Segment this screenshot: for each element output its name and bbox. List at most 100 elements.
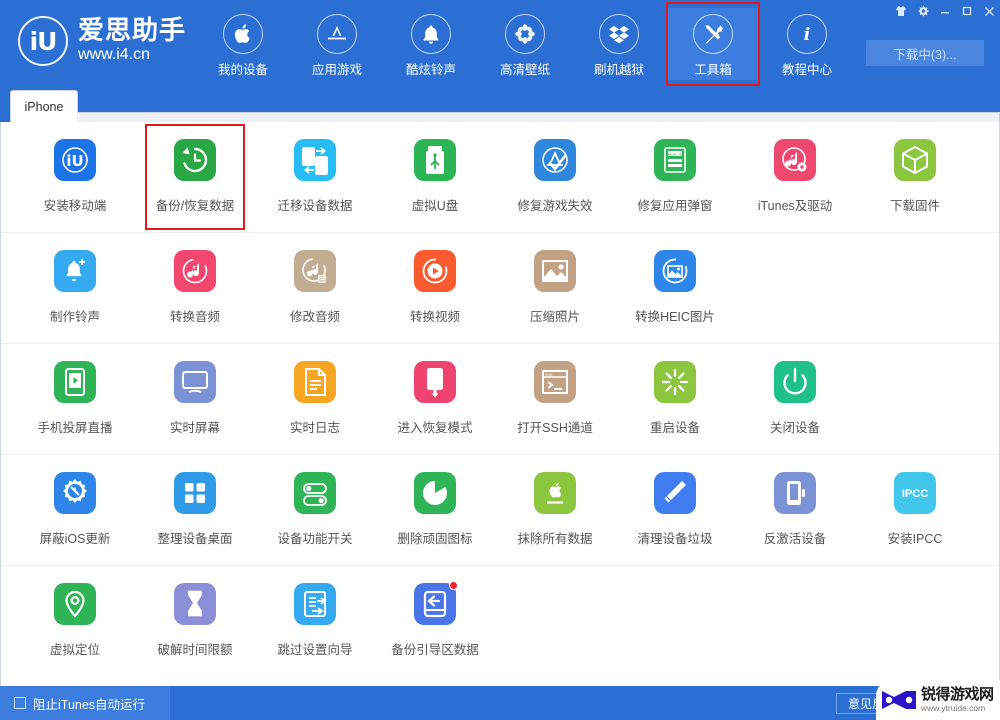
appleid-popup-icon: Apple ID — [654, 139, 696, 181]
tab-iphone[interactable]: iPhone — [10, 90, 78, 122]
backup-boot-icon — [414, 581, 458, 625]
tool-label: 虚拟U盘 — [411, 199, 459, 213]
nav-item-tutorials[interactable]: i 教程中心 — [760, 8, 854, 80]
audio-edit-icon: 自 — [294, 250, 336, 292]
tool-virtual-location[interactable]: 虚拟定位 — [15, 566, 135, 668]
downloading-button[interactable]: 下载中(3)... — [866, 40, 984, 66]
tool-label: 压缩照片 — [529, 310, 580, 324]
tool-backup-boot-data[interactable]: 备份引导区数据 — [375, 566, 495, 668]
tool-label: 实时日志 — [289, 421, 340, 435]
tool-erase-all-data[interactable]: 抹除所有数据 — [495, 455, 615, 565]
tool-realtime-log[interactable]: 实时日志 — [255, 344, 375, 454]
site-watermark: 锐得游戏网 www.ytruide.com — [876, 680, 1000, 720]
tool-deactivate-device[interactable]: 反激活设备 — [735, 455, 855, 565]
tool-convert-video[interactable]: 转换视频 — [375, 233, 495, 343]
tool-label: 屏蔽iOS更新 — [39, 532, 111, 546]
tool-label: 转换音频 — [169, 310, 220, 324]
tool-label: 进入恢复模式 — [397, 421, 473, 435]
clean-junk-icon — [654, 472, 696, 514]
tool-power-off[interactable]: 关闭设备 — [735, 344, 855, 454]
tool-label: 设备功能开关 — [277, 532, 353, 546]
deactivate-icon — [774, 472, 816, 514]
flower-icon — [505, 14, 545, 54]
feature-toggle-icon — [294, 472, 336, 514]
close-icon[interactable] — [978, 0, 1000, 22]
apple-icon — [223, 14, 263, 54]
tools-icon — [693, 14, 733, 54]
tool-label: 备份/恢复数据 — [155, 199, 235, 213]
nav-label: 刷机越狱 — [593, 63, 644, 77]
tool-migrate-device[interactable]: 迁移设备数据 — [255, 122, 375, 232]
tool-row: iU 安装移动端 备份/恢复数据 迁移设备数据 虚拟U盘 修复游戏失效 Appl… — [1, 122, 999, 233]
tool-label: 迁移设备数据 — [277, 199, 353, 213]
tool-remove-stubborn-icon[interactable]: 删除顽固图标 — [375, 455, 495, 565]
tool-label: 抹除所有数据 — [517, 532, 593, 546]
tool-edit-audio[interactable]: 自 修改音频 — [255, 233, 375, 343]
block-itunes-label: 阻止iTunes自动运行 — [33, 697, 146, 712]
tool-skip-setup[interactable]: 跳过设置向导 — [255, 566, 375, 668]
svg-text:i: i — [804, 25, 810, 44]
ssh-terminal-icon: SSH — [534, 361, 576, 403]
minimize-icon[interactable] — [934, 0, 956, 22]
tool-fix-game[interactable]: 修复游戏失效 — [495, 122, 615, 232]
tool-label: 下载固件 — [889, 199, 940, 213]
firmware-box-icon — [894, 139, 936, 181]
dropbox-icon — [599, 14, 639, 54]
block-itunes-row[interactable]: 阻止iTunes自动运行 — [0, 686, 170, 720]
tool-convert-heic[interactable]: 转换HEIC图片 — [615, 233, 735, 343]
tool-install-mobile[interactable]: iU 安装移动端 — [15, 122, 135, 232]
nav-label: 酷炫铃声 — [405, 63, 456, 77]
nav-item-wallpapers[interactable]: 高清壁纸 — [478, 8, 572, 80]
tool-feature-toggle[interactable]: 设备功能开关 — [255, 455, 375, 565]
nav-item-my-device[interactable]: 我的设备 — [196, 8, 290, 80]
nav-item-app-games[interactable]: 应用游戏 — [290, 8, 384, 80]
tool-backup-restore[interactable]: 备份/恢复数据 — [135, 122, 255, 232]
tool-block-ios-update[interactable]: 屏蔽iOS更新 — [15, 455, 135, 565]
tool-itunes-driver[interactable]: iTunes及驱动 — [735, 122, 855, 232]
tool-recovery-mode[interactable]: 进入恢复模式 — [375, 344, 495, 454]
block-update-icon — [54, 472, 96, 514]
tool-restart-device[interactable]: 重启设备 — [615, 344, 735, 454]
status-bar: 阻止iTunes自动运行 意见反馈 微信关注 锐得游戏网 www.ytruide… — [0, 680, 1000, 720]
tool-compress-photo[interactable]: 压缩照片 — [495, 233, 615, 343]
nav-item-jailbreak[interactable]: 刷机越狱 — [572, 8, 666, 80]
tool-realtime-screen[interactable]: 实时屏幕 — [135, 344, 255, 454]
tabstrip-filler — [77, 112, 1000, 122]
tool-time-limit-crack[interactable]: 破解时间限额 — [135, 566, 255, 668]
info-icon: i — [787, 14, 827, 54]
tool-screen-cast[interactable]: 手机投屏直播 — [15, 344, 135, 454]
tool-convert-audio[interactable]: 转换音频 — [135, 233, 255, 343]
device-migrate-icon — [294, 139, 336, 181]
settings-gear-icon[interactable] — [912, 0, 934, 22]
skin-icon[interactable] — [890, 0, 912, 22]
tool-virtual-usb[interactable]: 虚拟U盘 — [375, 122, 495, 232]
organize-desktop-icon — [174, 472, 216, 514]
tool-download-firmware[interactable]: 下载固件 — [855, 122, 975, 232]
maximize-icon[interactable] — [956, 0, 978, 22]
tool-label: 手机投屏直播 — [37, 421, 113, 435]
tool-organize-desktop[interactable]: 整理设备桌面 — [135, 455, 255, 565]
block-itunes-checkbox[interactable] — [14, 697, 26, 709]
brand-url: www.i4.cn — [78, 46, 151, 64]
nav-item-ringtones[interactable]: 酷炫铃声 — [384, 8, 478, 80]
svg-text:iU: iU — [66, 152, 83, 170]
realtime-screen-icon — [174, 361, 216, 403]
tool-install-ipcc[interactable]: IPCC 安装IPCC — [855, 455, 975, 565]
notification-badge — [449, 581, 458, 590]
tool-row: 制作铃声 转换音频 自 修改音频 转换视频 压缩照片 转换HEIC图片 — [1, 233, 999, 344]
tool-label: 安装移动端 — [43, 199, 107, 213]
appstore-icon — [317, 14, 357, 54]
tool-open-ssh[interactable]: SSH 打开SSH通道 — [495, 344, 615, 454]
usb-drive-icon — [414, 139, 456, 181]
video-convert-icon — [414, 250, 456, 292]
tool-label: 转换HEIC图片 — [635, 310, 715, 324]
power-off-icon — [774, 361, 816, 403]
tool-fix-popup[interactable]: Apple ID 修复应用弹窗 — [615, 122, 735, 232]
tool-label: 清理设备垃圾 — [637, 532, 713, 546]
tool-clean-junk[interactable]: 清理设备垃圾 — [615, 455, 735, 565]
tool-label: 破解时间限额 — [157, 643, 233, 657]
nav-item-toolbox[interactable]: 工具箱 — [666, 2, 760, 86]
watermark-logo-icon — [882, 691, 916, 709]
tool-make-ringtone[interactable]: 制作铃声 — [15, 233, 135, 343]
device-tabstrip: iPhone — [0, 88, 1000, 122]
